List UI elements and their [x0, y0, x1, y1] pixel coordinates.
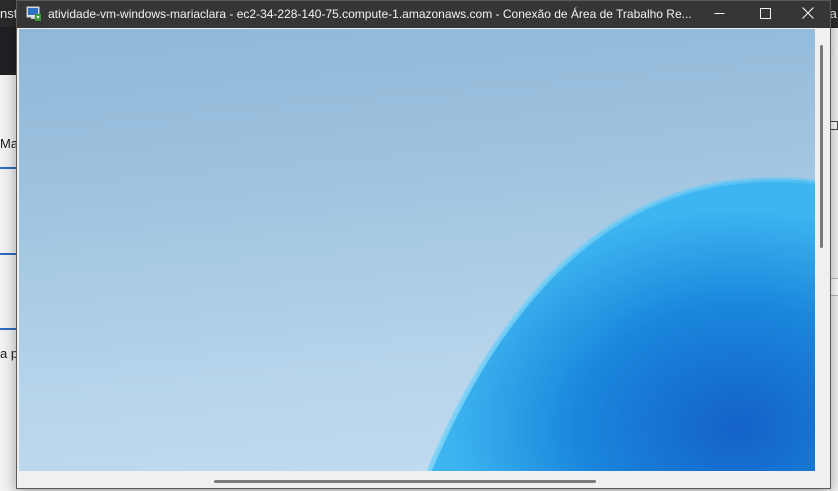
window-titlebar[interactable]: atividade-vm-windows-mariaclara - ec2-34… — [17, 1, 830, 28]
background-divider — [0, 328, 16, 330]
close-icon — [802, 6, 814, 24]
minimize-button[interactable] — [696, 1, 742, 28]
wallpaper-bloom — [429, 179, 815, 471]
maximize-icon — [759, 6, 771, 24]
vertical-scrollbar-thumb[interactable] — [820, 45, 823, 248]
windows-wallpaper — [426, 177, 815, 471]
vertical-scrollbar[interactable] — [815, 29, 830, 471]
remote-desktop-icon[interactable] — [26, 6, 42, 22]
horizontal-scrollbar-thumb[interactable] — [214, 480, 596, 483]
background-title-fragment-left: nst — [0, 6, 18, 21]
remote-desktop-window: atividade-vm-windows-mariaclara - ec2-34… — [16, 0, 831, 489]
background-divider — [0, 167, 16, 169]
scrollbar-corner — [815, 471, 830, 488]
minimize-icon — [714, 6, 725, 24]
horizontal-scrollbar[interactable] — [17, 471, 815, 488]
close-button[interactable] — [785, 1, 831, 28]
background-divider — [0, 253, 16, 255]
window-title: atividade-vm-windows-mariaclara - ec2-34… — [48, 7, 692, 21]
maximize-button[interactable] — [742, 1, 788, 28]
remote-desktop-viewport[interactable] — [19, 29, 815, 471]
